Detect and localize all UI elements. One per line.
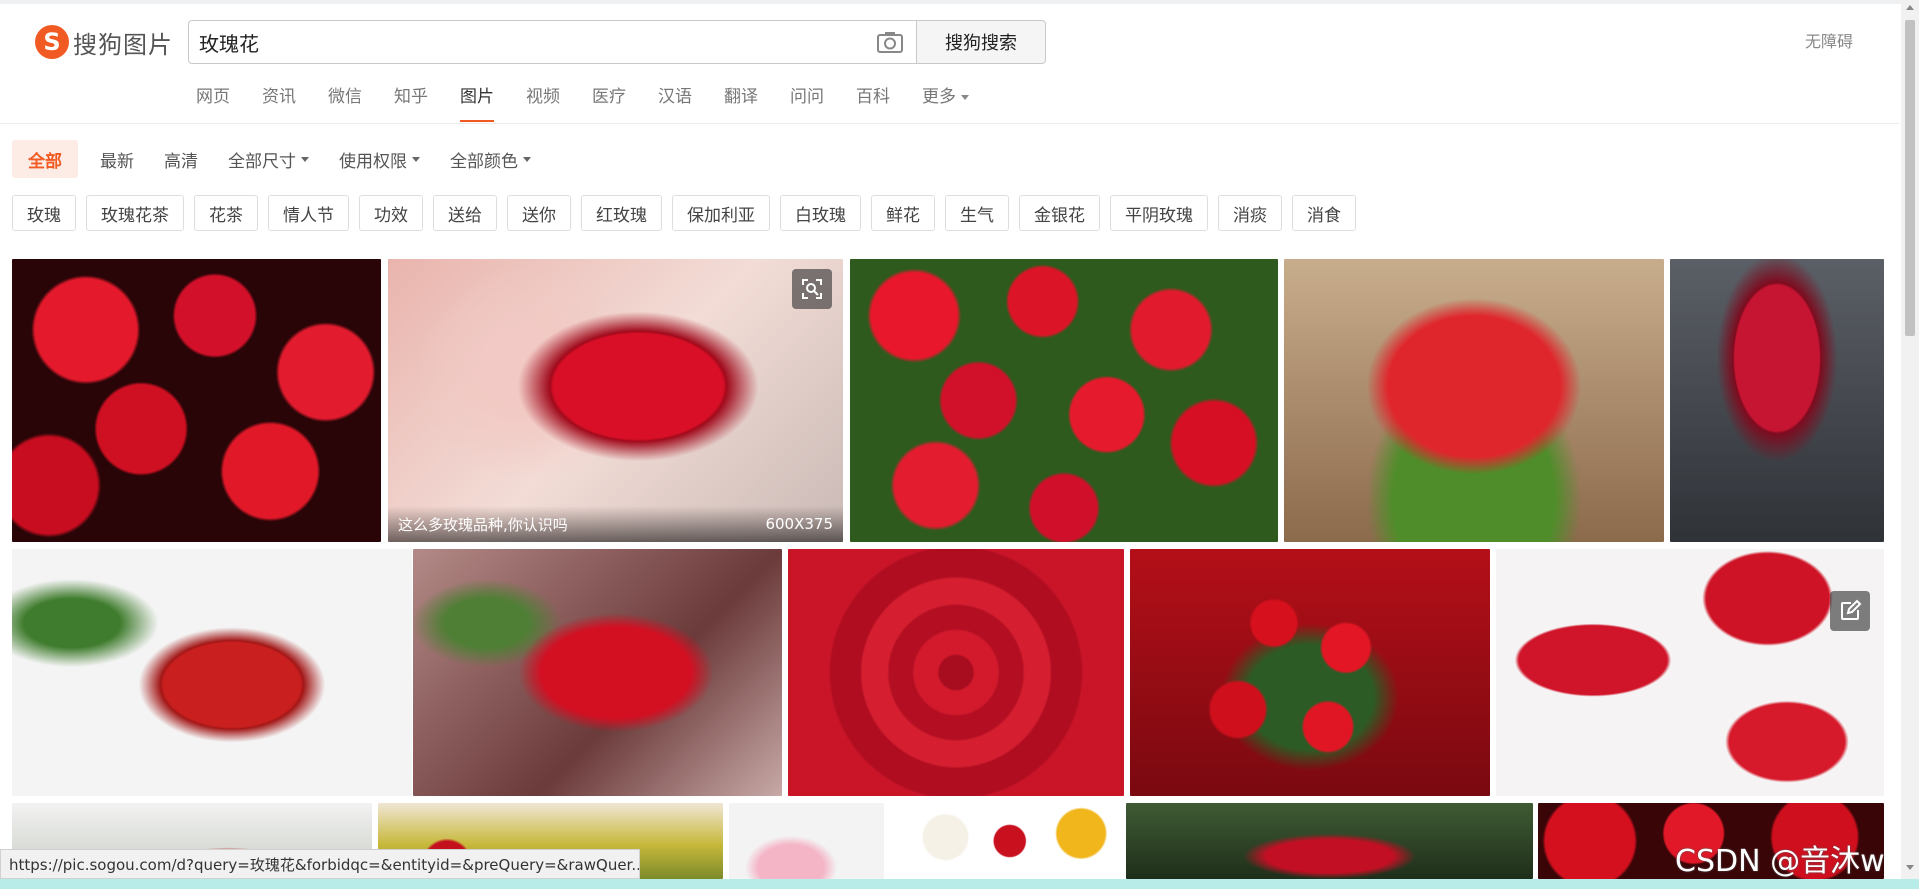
image-caption-size: 600X375 (765, 515, 833, 533)
caret-down-icon (961, 95, 969, 100)
image-result[interactable] (12, 259, 381, 542)
scroll-up-icon[interactable] (1906, 5, 1914, 10)
nav-divider (0, 123, 1900, 124)
filter-bar: 全部 最新 高清 全部尺寸 使用权限 全部颜色 (12, 140, 561, 178)
tag-item[interactable]: 保加利亚 (672, 195, 770, 231)
tag-item[interactable]: 平阴玫瑰 (1110, 195, 1208, 231)
tag-item[interactable]: 功效 (359, 195, 423, 231)
nav-more[interactable]: 更多 (922, 84, 969, 122)
nav-video[interactable]: 视频 (526, 84, 560, 122)
tag-item[interactable]: 白玫瑰 (780, 195, 861, 231)
top-line (0, 0, 1919, 4)
nav-wenwen[interactable]: 问问 (790, 84, 824, 122)
filter-latest[interactable]: 最新 (100, 140, 134, 178)
filter-size[interactable]: 全部尺寸 (228, 140, 309, 178)
image-caption: 这么多玫瑰品种,你认识吗 600X375 (388, 506, 843, 542)
related-tags: 玫瑰 玫瑰花茶 花茶 情人节 功效 送给 送你 红玫瑰 保加利亚 白玫瑰 鲜花 … (12, 195, 1366, 231)
nav-baike[interactable]: 百科 (856, 84, 890, 122)
tag-item[interactable]: 情人节 (268, 195, 349, 231)
filter-color-label: 全部颜色 (450, 151, 518, 172)
search-button[interactable]: 搜狗搜索 (916, 20, 1046, 64)
nav-translate[interactable]: 翻译 (724, 84, 758, 122)
tag-item[interactable]: 红玫瑰 (581, 195, 662, 231)
edit-icon[interactable] (1830, 591, 1870, 631)
search-box: 搜狗搜索 (188, 20, 1046, 64)
image-result[interactable] (413, 549, 782, 796)
image-search-icon[interactable] (792, 269, 832, 309)
tag-item[interactable]: 消痰 (1218, 195, 1282, 231)
filter-all[interactable]: 全部 (12, 140, 78, 178)
edit-glyph (1841, 599, 1862, 620)
tag-item[interactable]: 玫瑰花茶 (86, 195, 184, 231)
filter-rights[interactable]: 使用权限 (339, 140, 420, 178)
caret-down-icon (412, 156, 420, 162)
image-result[interactable] (1496, 549, 1884, 796)
tag-item[interactable]: 鲜花 (871, 195, 935, 231)
nav-chinese[interactable]: 汉语 (658, 84, 692, 122)
camera-icon[interactable] (875, 29, 905, 55)
tag-item[interactable]: 送给 (433, 195, 497, 231)
image-result[interactable] (788, 549, 1124, 796)
tag-item[interactable]: 消食 (1292, 195, 1356, 231)
caret-down-icon (301, 156, 309, 162)
image-result[interactable]: 这么多玫瑰品种,你认识吗 600X375 (388, 259, 843, 542)
nav-wechat[interactable]: 微信 (328, 84, 362, 122)
nav-news[interactable]: 资讯 (262, 84, 296, 122)
search-input[interactable] (189, 21, 859, 63)
filter-rights-label: 使用权限 (339, 151, 407, 172)
sogou-logo[interactable]: S 搜狗图片 (35, 24, 173, 60)
nav-images[interactable]: 图片 (460, 84, 494, 122)
tag-item[interactable]: 花茶 (194, 195, 258, 231)
scroll-down-icon[interactable] (1906, 865, 1914, 870)
image-result[interactable] (1284, 259, 1664, 542)
image-result[interactable] (1670, 259, 1884, 542)
vertical-nav: 网页 资讯 微信 知乎 图片 视频 医疗 汉语 翻译 问问 百科 更多 (196, 84, 1001, 122)
image-caption-title: 这么多玫瑰品种,你认识吗 (398, 515, 568, 534)
logo-mark: S (35, 25, 69, 59)
tag-item[interactable]: 玫瑰 (12, 195, 76, 231)
nav-medical[interactable]: 医疗 (592, 84, 626, 122)
image-result[interactable] (850, 259, 1278, 542)
nav-more-label: 更多 (922, 87, 956, 107)
nav-zhihu[interactable]: 知乎 (394, 84, 428, 122)
filter-color[interactable]: 全部颜色 (450, 140, 531, 178)
tag-item[interactable]: 送你 (507, 195, 571, 231)
filter-hd[interactable]: 高清 (164, 140, 198, 178)
watermark: CSDN @音沐w (1675, 844, 1885, 879)
scrollbar[interactable] (1901, 0, 1919, 879)
filter-size-label: 全部尺寸 (228, 151, 296, 172)
status-url: https://pic.sogou.com/d?query=玫瑰花&forbid… (0, 849, 640, 879)
bottom-bar (0, 879, 1919, 889)
tag-item[interactable]: 生气 (945, 195, 1009, 231)
logo-text: 搜狗图片 (73, 30, 173, 59)
caret-down-icon (523, 156, 531, 162)
image-result[interactable] (1126, 803, 1533, 879)
scroll-thumb[interactable] (1905, 20, 1915, 336)
image-result[interactable] (886, 803, 1124, 879)
image-result[interactable] (12, 549, 412, 796)
image-result[interactable] (729, 803, 884, 879)
image-search-glyph (802, 279, 822, 299)
tag-item[interactable]: 金银花 (1019, 195, 1100, 231)
accessibility-link[interactable]: 无障碍 (1805, 28, 1853, 52)
image-result[interactable] (1130, 549, 1490, 796)
nav-web[interactable]: 网页 (196, 84, 230, 122)
